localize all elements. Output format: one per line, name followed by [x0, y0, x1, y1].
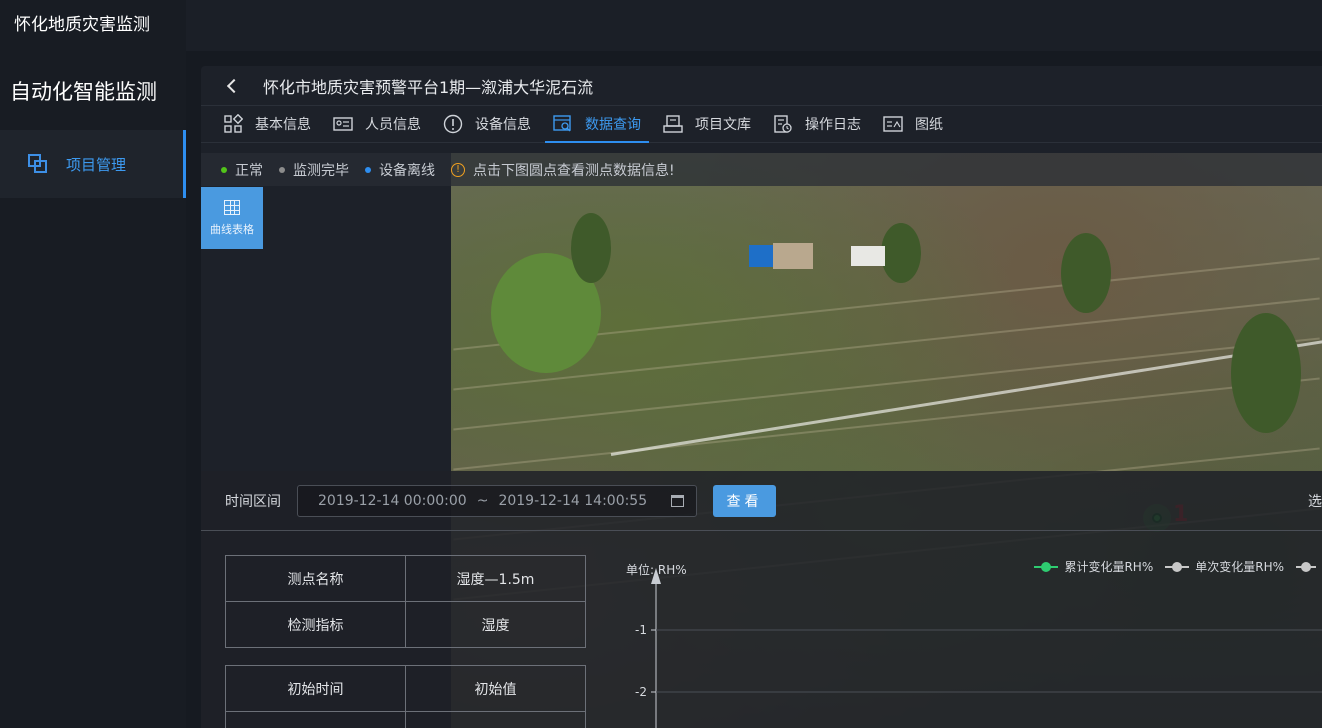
warning-icon: ! [451, 162, 465, 177]
cell-empty [225, 711, 406, 728]
time-range-label: 时间区间 [225, 493, 281, 510]
project-card: 怀化市地质灾害预警平台1期—溆浦大华泥石流 基本信息 人员信息 设备信息 数据查… [201, 66, 1322, 728]
tree [571, 213, 611, 283]
legend-label: 监测完毕 [293, 162, 349, 179]
grey-dot-icon [279, 166, 285, 173]
table-grid-icon [224, 199, 240, 215]
page-title: 怀化市地质灾害预警平台1期—溆浦大华泥石流 [263, 77, 594, 97]
header-initial-time: 初始时间 [225, 665, 406, 712]
green-dot-icon [221, 166, 227, 173]
top-header-bar [186, 0, 1322, 51]
tab-operation-log[interactable]: 操作日志 [773, 106, 861, 142]
header-initial-value: 初始值 [405, 665, 586, 712]
info-icon [443, 114, 463, 134]
tab-project-library[interactable]: 项目文库 [663, 106, 751, 142]
tree [1061, 233, 1111, 313]
hint-text: 点击下图圆点查看测点数据信息! [473, 162, 675, 179]
tab-label: 项目文库 [695, 117, 751, 133]
tab-bar: 基本信息 人员信息 设备信息 数据查询 项目文库 操作日志 图纸 [201, 106, 1322, 143]
options-text-partial[interactable]: 选 [1308, 491, 1322, 511]
tab-label: 设备信息 [475, 117, 531, 133]
sidebar: 怀化地质灾害监测 自动化智能监测 项目管理 [0, 0, 186, 728]
y-tick-label: -2 [635, 685, 647, 699]
legend-label: 正常 [235, 162, 263, 179]
sidebar-item-label: 项目管理 [66, 155, 127, 174]
legend-normal: 正常 [221, 160, 263, 180]
table-row: 检测指标 湿度 [225, 601, 586, 648]
cell-empty [405, 711, 586, 728]
calendar-icon[interactable] [671, 494, 684, 507]
tab-basic-info[interactable]: 基本信息 [223, 106, 311, 142]
table-row: 测点名称 湿度—1.5m [225, 555, 586, 602]
brand-title: 怀化地质灾害监测 [14, 15, 150, 35]
table-header-row: 初始时间 初始值 [225, 665, 586, 712]
back-chevron-icon[interactable] [226, 78, 242, 93]
query-row: 时间区间 2019-12-14 00:00:00 ~ 2019-12-14 14… [201, 471, 1322, 531]
table-row [225, 711, 586, 728]
humidity-chart: 单位: RH% 累计变化量RH% 单次变化量RH% -1 -2 [611, 546, 1322, 728]
status-legend: 正常 监测完毕 设备离线 ! 点击下图圆点查看测点数据信息! [201, 153, 1322, 186]
chart-plot: -1 -2 [635, 568, 1322, 728]
id-card-icon [333, 117, 353, 131]
legend-label: 设备离线 [379, 162, 435, 179]
blue-house [749, 245, 773, 267]
legend-finished: 监测完毕 [279, 160, 349, 180]
drawing-icon [883, 116, 903, 132]
sidebar-item-project-management[interactable]: 项目管理 [0, 130, 186, 198]
point-info-table: 测点名称 湿度—1.5m 检测指标 湿度 [225, 555, 586, 648]
range-separator: ~ [476, 492, 489, 509]
archive-icon [663, 115, 683, 133]
tree [881, 223, 921, 283]
tab-label: 基本信息 [255, 117, 311, 133]
layers-icon [28, 154, 48, 174]
tab-label: 人员信息 [365, 117, 421, 133]
tab-label: 数据查询 [585, 117, 641, 133]
curve-table-label: 曲线表格 [210, 222, 254, 236]
end-date: 2019-12-14 14:00:55 [498, 492, 648, 509]
cell-key: 检测指标 [225, 601, 406, 648]
legend-offline: 设备离线 [365, 160, 435, 180]
view-button[interactable]: 查看 [713, 484, 776, 517]
apps-icon [224, 114, 243, 133]
tab-personnel-info[interactable]: 人员信息 [333, 106, 421, 142]
app-root: 怀化地质灾害监测 自动化智能监测 项目管理 怀化市地质灾害预警平台1期—溆浦大华… [0, 0, 1322, 728]
tab-label: 图纸 [915, 117, 943, 133]
cell-value: 湿度 [405, 601, 586, 648]
legend-hint: ! 点击下图圆点查看测点数据信息! [451, 160, 675, 180]
cell-key: 测点名称 [225, 555, 406, 602]
card-header: 怀化市地质灾害预警平台1期—溆浦大华泥石流 [201, 66, 1322, 106]
y-tick-label: -1 [635, 623, 647, 637]
tab-device-info[interactable]: 设备信息 [443, 106, 531, 142]
y-axis-arrow-icon [651, 568, 661, 584]
curve-table-button[interactable]: 曲线表格 [201, 187, 263, 249]
cell-value: 湿度—1.5m [405, 555, 586, 602]
initial-value-table: 初始时间 初始值 [225, 665, 586, 728]
tab-label: 操作日志 [805, 117, 861, 133]
terrace-line [453, 377, 1320, 471]
tree [1231, 313, 1301, 433]
road-line [610, 340, 1322, 456]
query-panel: 时间区间 2019-12-14 00:00:00 ~ 2019-12-14 14… [201, 471, 1322, 728]
house-wall [773, 243, 813, 269]
start-date: 2019-12-14 00:00:00 [318, 492, 467, 509]
log-icon [774, 115, 792, 133]
module-title: 自动化智能监测 [10, 80, 157, 104]
data-search-icon [553, 115, 571, 132]
tab-data-query[interactable]: 数据查询 [545, 106, 649, 143]
tab-drawings[interactable]: 图纸 [883, 106, 943, 142]
date-range-picker[interactable]: 2019-12-14 00:00:00 ~ 2019-12-14 14:00:5… [297, 484, 697, 517]
blue-dot-icon [365, 166, 371, 173]
white-house [851, 246, 885, 266]
